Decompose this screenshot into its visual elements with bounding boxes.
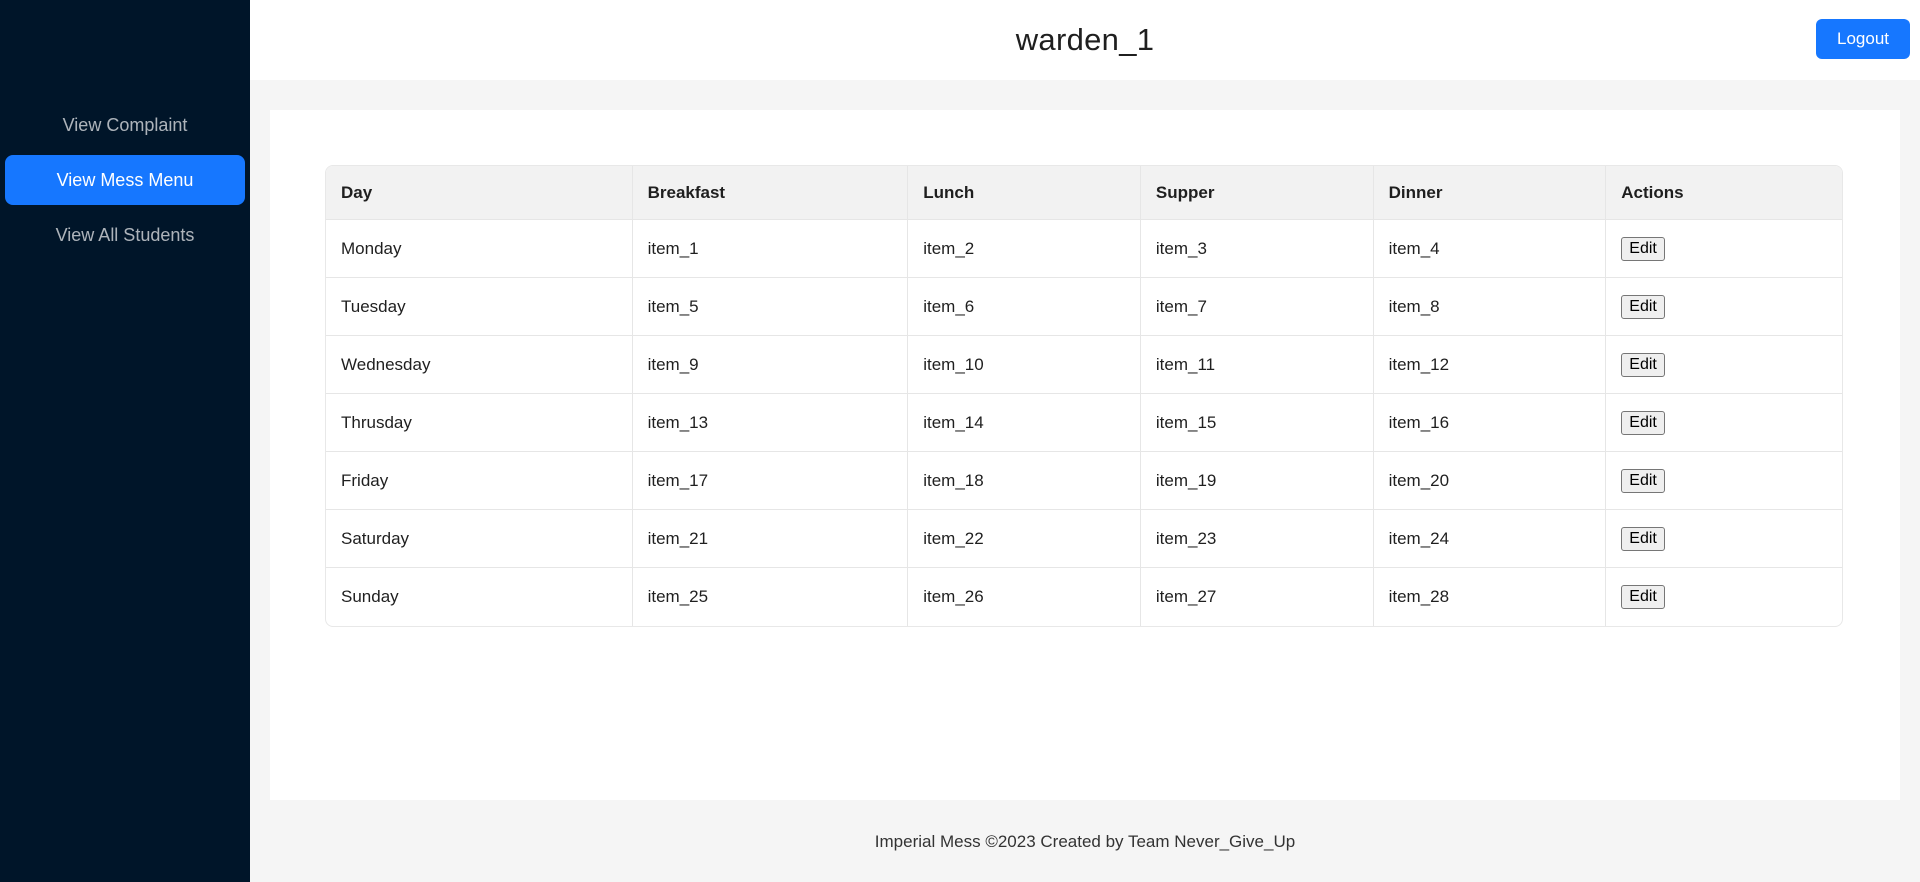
table-row: Saturday item_21 item_22 item_23 item_24 Edit xyxy=(326,510,1842,568)
cell-day: Tuesday xyxy=(326,278,633,336)
logout-button[interactable]: Logout xyxy=(1816,19,1910,59)
cell-actions: Edit xyxy=(1606,510,1842,568)
cell-supper: item_15 xyxy=(1140,394,1374,452)
sidebar: View Complaint View Mess Menu View All S… xyxy=(0,0,250,882)
cell-lunch: item_10 xyxy=(908,336,1141,394)
cell-dinner: item_24 xyxy=(1373,510,1607,568)
cell-actions: Edit xyxy=(1606,394,1842,452)
cell-day: Monday xyxy=(326,220,633,278)
table-row: Tuesday item_5 item_6 item_7 item_8 Edit xyxy=(326,278,1842,336)
cell-day: Sunday xyxy=(326,568,633,626)
cell-breakfast: item_13 xyxy=(632,394,909,452)
footer: Imperial Mess ©2023 Created by Team Neve… xyxy=(874,832,1296,851)
cell-dinner: item_28 xyxy=(1374,568,1607,626)
mess-menu-table: Day Breakfast Lunch Supper Dinner Action… xyxy=(325,165,1843,627)
cell-actions: Edit xyxy=(1606,336,1842,394)
cell-actions: Edit xyxy=(1606,220,1842,278)
edit-button[interactable]: Edit xyxy=(1621,526,1665,551)
cell-lunch: item_18 xyxy=(908,452,1141,510)
cell-lunch: item_22 xyxy=(908,510,1141,568)
app-root: View Complaint View Mess Menu View All S… xyxy=(0,0,1920,882)
header: warden_1 Logout xyxy=(250,0,1920,80)
cell-lunch: item_2 xyxy=(908,220,1141,278)
sidebar-item-view-all-students[interactable]: View All Students xyxy=(5,210,245,260)
column-header-day: Day xyxy=(326,166,633,220)
edit-button[interactable]: Edit xyxy=(1621,410,1665,435)
edit-button[interactable]: Edit xyxy=(1621,585,1665,609)
cell-supper: item_7 xyxy=(1140,278,1374,336)
cell-supper: item_11 xyxy=(1140,336,1374,394)
cell-dinner: item_16 xyxy=(1373,394,1607,452)
cell-lunch: item_6 xyxy=(908,278,1141,336)
column-header-lunch: Lunch xyxy=(908,166,1141,220)
main-area: warden_1 Logout Day Breakfast Lunch Supp… xyxy=(250,0,1920,882)
cell-breakfast: item_25 xyxy=(633,568,909,626)
column-header-supper: Supper xyxy=(1140,166,1374,220)
cell-dinner: item_8 xyxy=(1373,278,1607,336)
cell-actions: Edit xyxy=(1606,278,1842,336)
table-body: Monday item_1 item_2 item_3 item_4 Edit Tuesda… xyxy=(326,220,1842,626)
page-title: warden_1 xyxy=(1015,22,1155,57)
column-header-dinner: Dinner xyxy=(1373,166,1607,220)
table-header-row: Day Breakfast Lunch Supper Dinner Action… xyxy=(326,166,1842,220)
edit-button[interactable]: Edit xyxy=(1621,468,1665,493)
cell-lunch: item_14 xyxy=(908,394,1141,452)
cell-breakfast: item_5 xyxy=(632,278,909,336)
table-row: Sunday item_25 item_26 item_27 item_28 Edit xyxy=(326,568,1842,626)
table-row: Wednesday item_9 item_10 item_11 item_12 Edit xyxy=(326,336,1842,394)
cell-breakfast: item_1 xyxy=(632,220,909,278)
sidebar-item-view-complaint[interactable]: View Complaint xyxy=(5,100,245,150)
cell-day: Saturday xyxy=(326,510,633,568)
cell-supper: item_23 xyxy=(1140,510,1374,568)
column-header-breakfast: Breakfast xyxy=(632,166,909,220)
column-header-actions: Actions xyxy=(1606,166,1842,220)
table-row: Friday item_17 item_18 item_19 item_20 Edit xyxy=(326,452,1842,510)
sidebar-item-view-mess-menu[interactable]: View Mess Menu xyxy=(5,155,245,205)
cell-supper: item_27 xyxy=(1141,568,1374,626)
edit-button[interactable]: Edit xyxy=(1621,236,1665,261)
cell-dinner: item_12 xyxy=(1373,336,1607,394)
cell-dinner: item_4 xyxy=(1373,220,1607,278)
table-row: Monday item_1 item_2 item_3 item_4 Edit xyxy=(326,220,1842,278)
cell-day: Thrusday xyxy=(326,394,633,452)
cell-breakfast: item_21 xyxy=(632,510,909,568)
cell-dinner: item_20 xyxy=(1373,452,1607,510)
cell-supper: item_19 xyxy=(1140,452,1374,510)
edit-button[interactable]: Edit xyxy=(1621,294,1665,319)
cell-breakfast: item_9 xyxy=(632,336,909,394)
cell-day: Wednesday xyxy=(326,336,633,394)
cell-day: Friday xyxy=(326,452,633,510)
content-wrapper: Day Breakfast Lunch Supper Dinner Action… xyxy=(250,80,1920,800)
cell-actions: Edit xyxy=(1606,452,1842,510)
cell-lunch: item_26 xyxy=(908,568,1141,626)
edit-button[interactable]: Edit xyxy=(1621,352,1665,377)
table-row: Thrusday item_13 item_14 item_15 item_16 Edit xyxy=(326,394,1842,452)
content-panel: Day Breakfast Lunch Supper Dinner Action… xyxy=(270,110,1900,800)
cell-breakfast: item_17 xyxy=(632,452,909,510)
cell-actions: Edit xyxy=(1606,568,1842,626)
cell-supper: item_3 xyxy=(1140,220,1374,278)
